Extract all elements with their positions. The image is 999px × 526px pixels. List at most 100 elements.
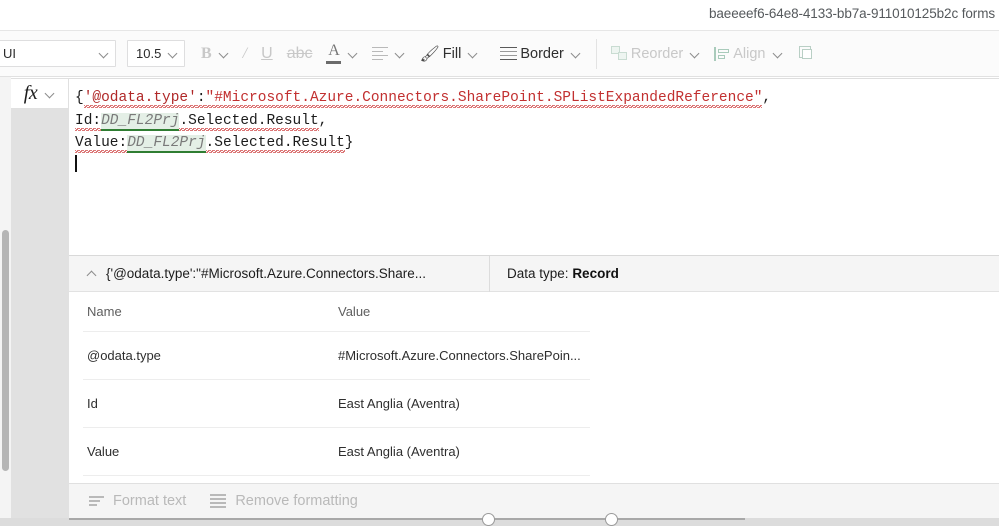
formula-field-value: Value: xyxy=(75,135,128,155)
strikethrough-button[interactable]: abc xyxy=(280,35,320,73)
chevron-down-icon xyxy=(100,49,109,58)
fx-icon: fx xyxy=(23,82,38,104)
remove-formatting-icon xyxy=(210,494,227,508)
formula-bar-footer: Format text Remove formatting xyxy=(69,483,999,518)
italic-icon: / xyxy=(242,44,248,62)
cell-value: #Microsoft.Azure.Connectors.SharePoin... xyxy=(334,331,590,380)
text-caret xyxy=(75,154,77,172)
title-bar: baeeeef6-64e8-4133-bb7a-911010125b2c for… xyxy=(0,0,999,31)
group-icon xyxy=(797,46,813,61)
formula-close-brace: } xyxy=(344,135,354,151)
reorder-button[interactable]: Reorder xyxy=(604,35,707,73)
fill-button[interactable]: 🖌 Fill xyxy=(412,35,485,73)
align-label: Align xyxy=(733,45,766,62)
align-left-icon xyxy=(372,46,389,61)
table-row: Id East Anglia (Aventra) xyxy=(83,379,590,428)
formula-line-1: {'@odata.type':"#Microsoft.Azure.Connect… xyxy=(75,87,999,110)
reorder-label: Reorder xyxy=(630,45,684,62)
result-summary-text: {'@odata.type':"#Microsoft.Azure.Connect… xyxy=(106,266,427,281)
formatting-toolbar: UI 10.5 B / U abc A 🖌 Fill Border Reorde… xyxy=(0,31,999,77)
result-table-container: Name Value @odata.type #Microsoft.Azure.… xyxy=(69,292,999,484)
format-text-icon xyxy=(89,496,104,506)
table-header-row: Name Value xyxy=(83,292,590,332)
chevron-down-icon xyxy=(220,49,229,58)
border-icon xyxy=(500,46,518,61)
group-button[interactable] xyxy=(790,35,820,73)
bold-icon: B xyxy=(201,44,212,62)
resize-handle[interactable] xyxy=(605,513,618,526)
result-summary[interactable]: {'@odata.type':"#Microsoft.Azure.Connect… xyxy=(69,255,490,292)
formula-property-odata-type: '@odata.type' xyxy=(83,90,197,110)
formula-line-4 xyxy=(75,154,999,178)
remove-formatting-label: Remove formatting xyxy=(235,493,358,509)
column-header-name: Name xyxy=(83,292,334,332)
cell-value: East Anglia (Aventra) xyxy=(334,379,590,428)
formula-result-panel: {'@odata.type':"#Microsoft.Azure.Connect… xyxy=(69,255,999,484)
font-group: UI 10.5 xyxy=(0,31,185,77)
record-table: Name Value @odata.type #Microsoft.Azure.… xyxy=(83,292,590,476)
underline-icon: U xyxy=(261,44,273,62)
app-title: baeeeef6-64e8-4133-bb7a-911010125b2c for… xyxy=(708,6,995,21)
toolbar-divider xyxy=(595,38,597,69)
result-panel-header: {'@odata.type':"#Microsoft.Azure.Connect… xyxy=(69,255,999,292)
chevron-down-icon xyxy=(774,49,783,58)
reorder-icon xyxy=(610,46,628,61)
font-name-value: UI xyxy=(3,46,16,61)
powerapps-formula-editor: baeeeef6-64e8-4133-bb7a-911010125b2c for… xyxy=(0,0,999,526)
bold-button[interactable]: B xyxy=(194,35,236,73)
strikethrough-icon: abc xyxy=(286,44,313,62)
align-text-button[interactable] xyxy=(365,35,412,73)
font-color-letter: A xyxy=(328,41,340,59)
formula-property-path: .Selected.Result xyxy=(179,112,319,133)
formula-colon: : xyxy=(196,90,206,110)
chevron-down-icon xyxy=(46,89,55,98)
font-color-swatch xyxy=(326,60,342,65)
format-text-button[interactable]: Format text xyxy=(89,493,186,509)
formula-property-path: .Selected.Result xyxy=(205,135,345,155)
font-size-value: 10.5 xyxy=(136,46,162,61)
formula-line-3: Value:DD_FL2Prj.Selected.Result} xyxy=(75,132,999,155)
chevron-down-icon xyxy=(349,49,358,58)
table-row: @odata.type #Microsoft.Azure.Connectors.… xyxy=(83,331,590,380)
formula-field-id: Id: xyxy=(75,112,102,133)
resize-handle[interactable] xyxy=(482,513,495,526)
left-scroll-rail xyxy=(0,77,11,526)
cell-name: Value xyxy=(83,427,334,476)
italic-button[interactable]: / xyxy=(236,35,254,73)
format-text-label: Format text xyxy=(113,493,187,509)
vertical-scrollbar-thumb[interactable] xyxy=(2,230,9,471)
font-name-combobox[interactable]: UI xyxy=(0,40,116,67)
fill-bucket-icon: 🖌 xyxy=(419,45,440,63)
fill-label: Fill xyxy=(442,45,462,62)
font-size-combobox[interactable]: 10.5 xyxy=(127,40,185,67)
formula-control-reference: DD_FL2Prj xyxy=(101,112,180,131)
chevron-down-icon xyxy=(691,49,700,58)
cell-name: Id xyxy=(83,379,334,428)
align-objects-button[interactable]: Align xyxy=(707,35,789,73)
cell-name: @odata.type xyxy=(83,331,334,380)
data-type-value: Record xyxy=(572,266,619,281)
formula-input[interactable]: {'@odata.type':"#Microsoft.Azure.Connect… xyxy=(69,78,999,245)
chevron-down-icon xyxy=(572,49,581,58)
fx-button[interactable]: fx xyxy=(11,78,69,109)
underline-button[interactable]: U xyxy=(254,35,280,73)
border-label: Border xyxy=(520,45,564,62)
formula-comma: , xyxy=(762,90,772,106)
formula-comma: , xyxy=(318,112,328,129)
left-gutter xyxy=(11,108,69,526)
border-button[interactable]: Border xyxy=(493,35,588,73)
table-row: Value East Anglia (Aventra) xyxy=(83,427,590,476)
remove-formatting-button[interactable]: Remove formatting xyxy=(210,493,358,509)
cell-value: East Anglia (Aventra) xyxy=(334,427,590,476)
selection-outline xyxy=(69,518,745,520)
font-color-button[interactable]: A xyxy=(319,35,365,73)
chevron-down-icon xyxy=(469,49,478,58)
font-color-icon: A xyxy=(326,41,342,65)
data-type-label: Data type: xyxy=(507,266,569,281)
chevron-down-icon xyxy=(396,49,405,58)
formula-control-reference: DD_FL2Prj xyxy=(127,135,206,153)
chevron-up-icon[interactable] xyxy=(88,269,97,278)
data-type-info: Data type: Record xyxy=(490,266,619,281)
column-header-value: Value xyxy=(334,292,590,332)
align-objects-icon xyxy=(714,46,730,61)
